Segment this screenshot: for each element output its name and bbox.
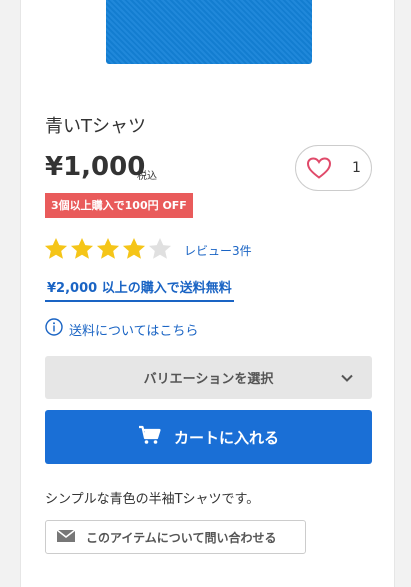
add-to-cart-button[interactable]: カートに入れる	[45, 410, 372, 464]
product-title: 青いTシャツ	[45, 116, 146, 137]
rating-stars	[43, 236, 173, 262]
inquiry-button[interactable]: このアイテムについて問い合わせる	[45, 520, 306, 554]
product-price: ¥1,000	[45, 152, 146, 182]
chevron-down-icon	[340, 372, 354, 387]
product-card: 青いTシャツ ¥1,000 税込 1 3個以上購入で100円 OFF レビュー3…	[20, 0, 395, 587]
product-image[interactable]	[106, 0, 312, 64]
add-to-cart-label: カートに入れる	[173, 428, 279, 447]
favorite-count: 1	[352, 160, 361, 176]
tax-label: 税込	[137, 171, 157, 182]
review-link[interactable]: レビュー3件	[184, 242, 252, 259]
star-filled-icon	[96, 237, 120, 259]
shipping-info-label: 送料についてはこちら	[69, 323, 199, 339]
discount-badge: 3個以上購入で100円 OFF	[45, 193, 193, 218]
variation-select-label: バリエーションを選択	[143, 372, 274, 387]
star-filled-icon	[122, 237, 146, 259]
product-description: シンプルな青色の半袖Tシャツです。	[45, 492, 260, 507]
star-filled-icon	[44, 237, 68, 259]
favorite-button[interactable]: 1	[295, 145, 372, 191]
info-icon	[45, 318, 63, 340]
mail-icon	[56, 528, 86, 547]
free-shipping-note: ¥2,000 以上の購入で送料無料	[45, 277, 234, 302]
star-filled-icon	[70, 237, 94, 259]
inquiry-label: このアイテムについて問い合わせる	[86, 530, 277, 545]
cart-icon	[138, 425, 174, 449]
heart-icon	[306, 156, 332, 180]
shipping-info-link[interactable]: 送料についてはこちら	[45, 318, 198, 340]
variation-select[interactable]: バリエーションを選択	[45, 356, 372, 399]
star-empty-icon	[148, 237, 172, 259]
